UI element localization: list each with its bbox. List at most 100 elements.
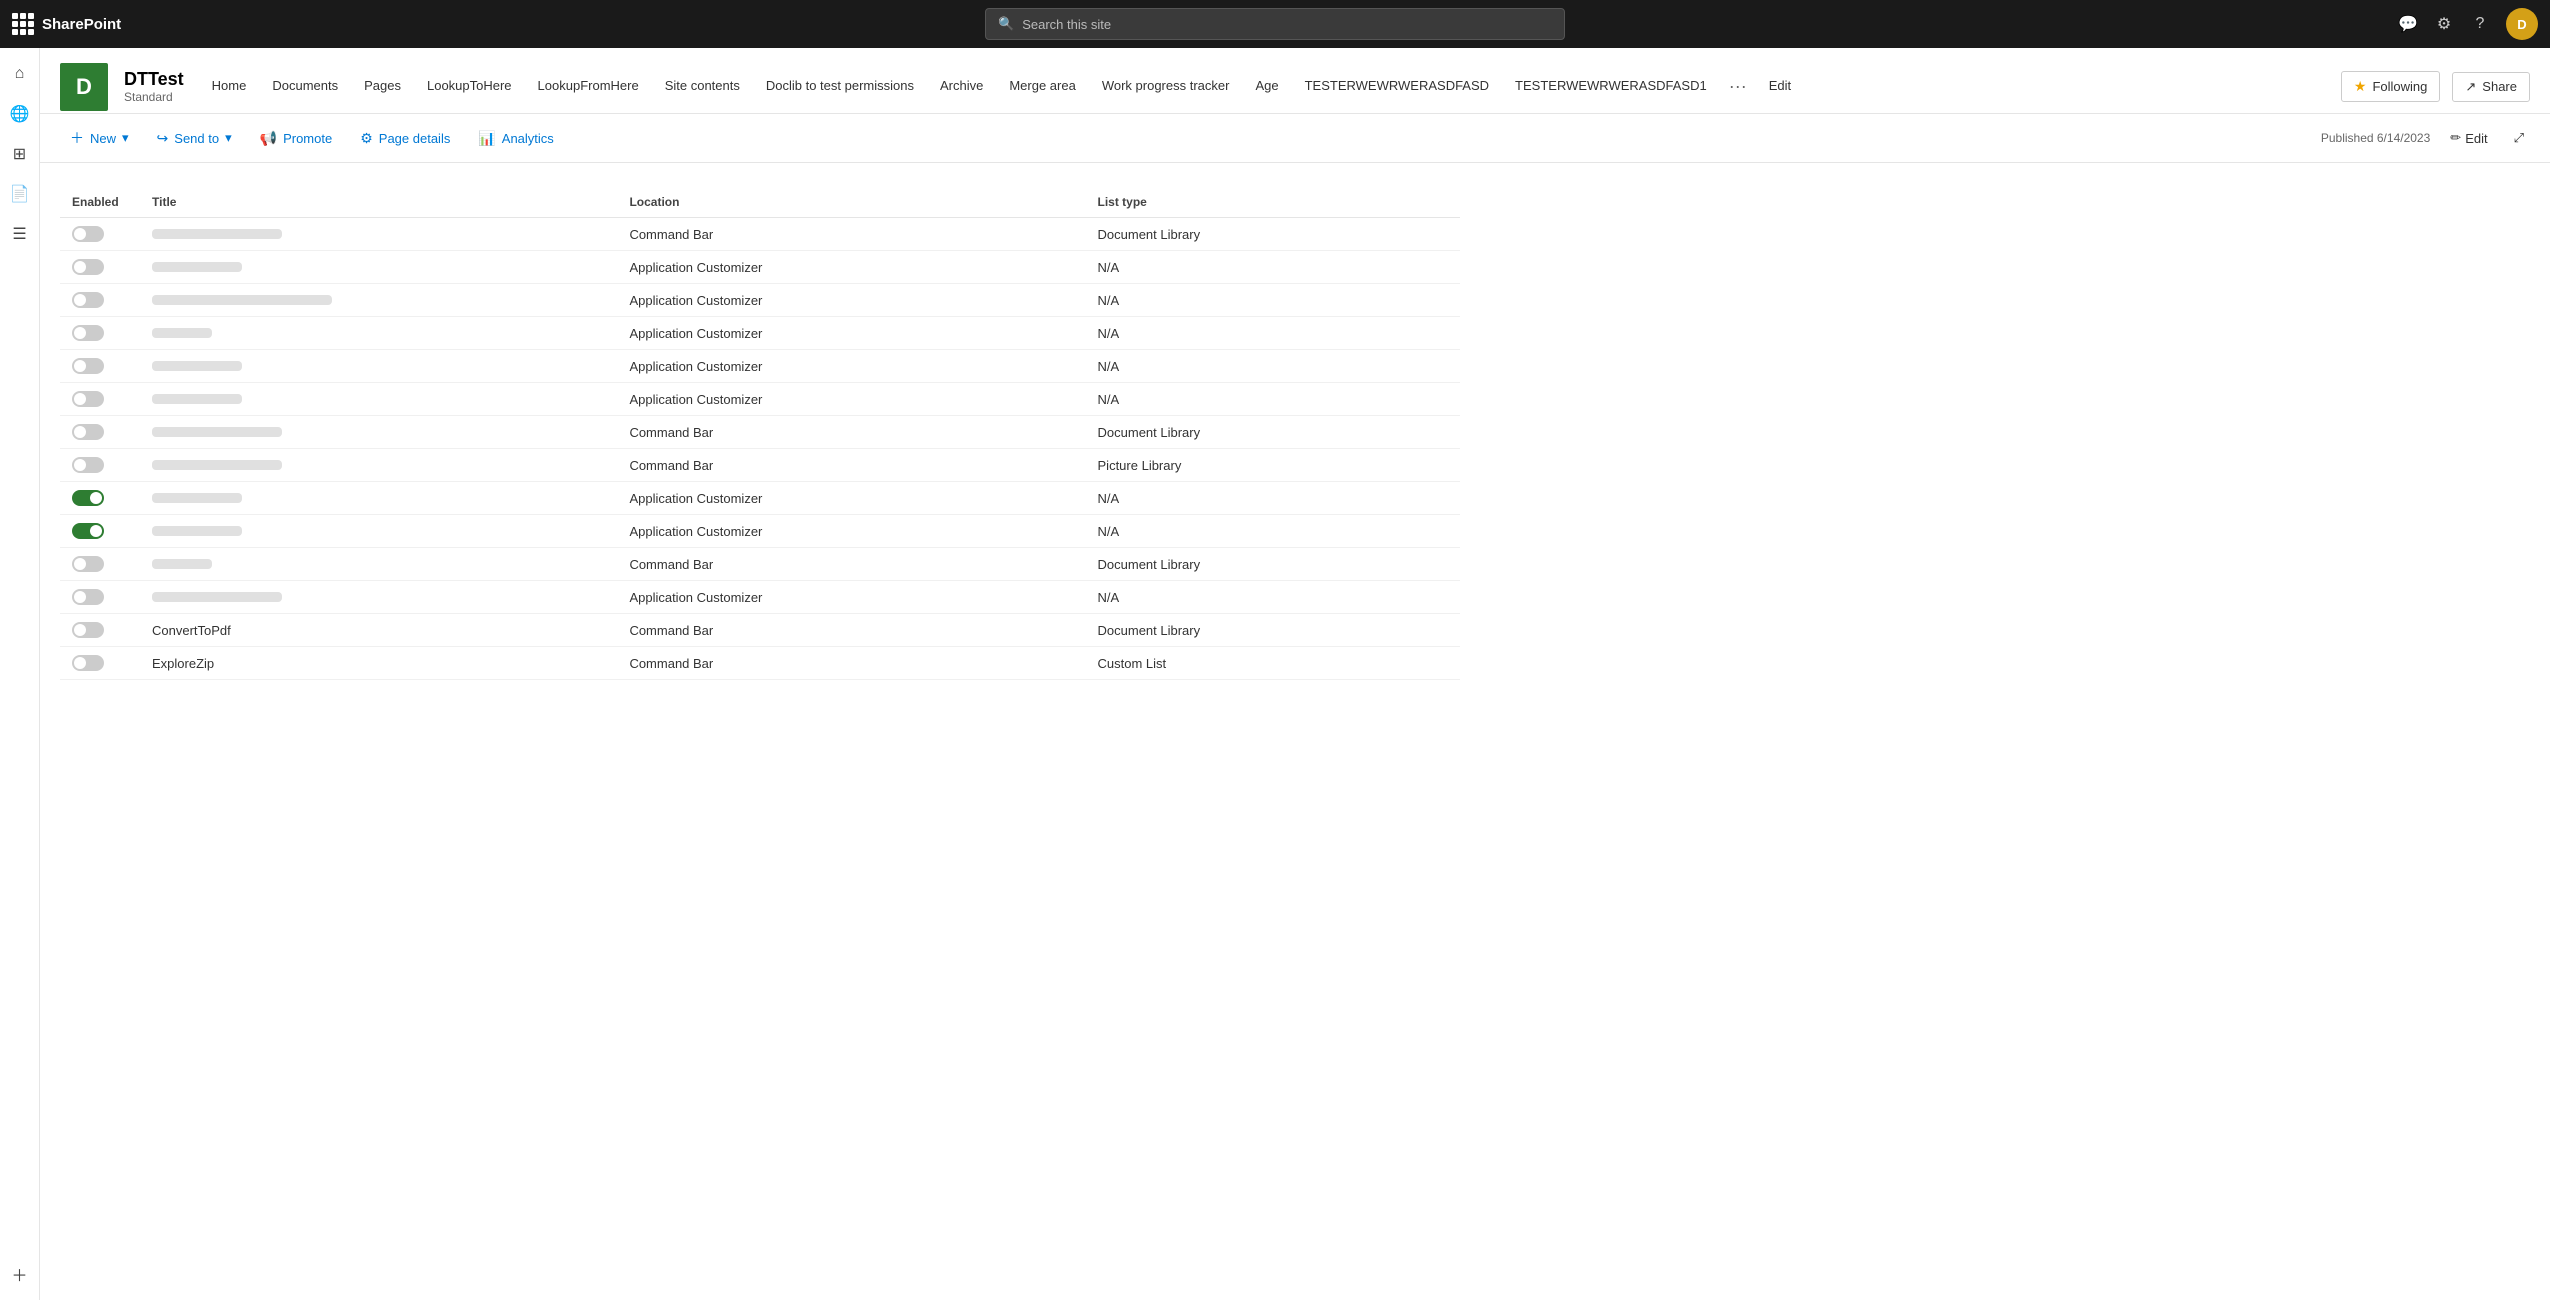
pagedetails-icon: ⚙ bbox=[360, 130, 373, 147]
settings-icon[interactable]: ⚙ bbox=[2434, 14, 2454, 34]
nav-item-age[interactable]: Age bbox=[1243, 62, 1290, 111]
nav-more[interactable]: ··· bbox=[1721, 60, 1755, 113]
nav-item-sitecontents[interactable]: Site contents bbox=[653, 62, 752, 111]
nav-item-tester1[interactable]: TESTERWEWRWERASDFASD bbox=[1293, 62, 1501, 111]
nav-item-tester2[interactable]: TESTERWEWRWERASDFASD1 bbox=[1503, 62, 1719, 111]
nav-item-documents[interactable]: Documents bbox=[260, 62, 350, 111]
table-row: Application CustomizerN/A bbox=[60, 383, 1460, 416]
sendto-button[interactable]: ↪ Send to ▾ bbox=[147, 124, 242, 153]
app-logo[interactable]: SharePoint bbox=[12, 13, 152, 35]
toggle-switch[interactable] bbox=[72, 622, 104, 638]
promote-button[interactable]: 📢 Promote bbox=[250, 124, 343, 153]
toggle-switch[interactable] bbox=[72, 358, 104, 374]
table-cell-location: Application Customizer bbox=[617, 515, 1085, 548]
toggle-switch[interactable] bbox=[72, 556, 104, 572]
table-cell-listtype: Document Library bbox=[1086, 416, 1460, 449]
table-cell-title bbox=[140, 581, 617, 614]
table-cell-title: ExploreZip bbox=[140, 647, 617, 680]
action-bar: ＋ New ▾ ↪ Send to ▾ 📢 Promote ⚙ Page det… bbox=[40, 114, 2550, 163]
help-icon[interactable]: ? bbox=[2470, 14, 2490, 34]
new-chevron-icon: ▾ bbox=[122, 130, 129, 146]
nav-item-lookupfromhere[interactable]: LookupFromHere bbox=[526, 62, 651, 111]
nav-item-pages[interactable]: Pages bbox=[352, 62, 413, 111]
waffle-icon[interactable] bbox=[12, 13, 34, 35]
table-row: Application CustomizerN/A bbox=[60, 251, 1460, 284]
toggle-switch[interactable] bbox=[72, 589, 104, 605]
sidebar-item-document[interactable]: 📄 bbox=[2, 176, 38, 212]
table-cell-listtype: N/A bbox=[1086, 383, 1460, 416]
sidebar-item-add[interactable]: ＋ bbox=[2, 1256, 38, 1292]
pagedetails-label: Page details bbox=[379, 131, 451, 146]
table-cell-listtype: Document Library bbox=[1086, 218, 1460, 251]
site-header-actions: ★ Following ↗ Share bbox=[2341, 71, 2530, 102]
pagedetails-button[interactable]: ⚙ Page details bbox=[350, 124, 460, 153]
table-cell-title bbox=[140, 449, 617, 482]
new-icon: ＋ bbox=[70, 128, 84, 148]
chat-icon[interactable]: 💬 bbox=[2398, 14, 2418, 34]
toggle-switch[interactable] bbox=[72, 325, 104, 341]
table-row: Application CustomizerN/A bbox=[60, 515, 1460, 548]
table-cell-location: Command Bar bbox=[617, 614, 1085, 647]
search-bar[interactable]: 🔍 Search this site bbox=[985, 8, 1565, 40]
analytics-label: Analytics bbox=[502, 131, 554, 146]
table-cell-location: Application Customizer bbox=[617, 251, 1085, 284]
toggle-switch[interactable] bbox=[72, 391, 104, 407]
sidebar-item-apps[interactable]: ⊞ bbox=[2, 136, 38, 172]
sendto-chevron-icon: ▾ bbox=[225, 130, 232, 146]
col-header-listtype: List type bbox=[1086, 187, 1460, 218]
following-button[interactable]: ★ Following bbox=[2341, 71, 2440, 102]
toggle-switch[interactable] bbox=[72, 226, 104, 242]
nav-item-lookupthere[interactable]: LookupToHere bbox=[415, 62, 524, 111]
share-label: Share bbox=[2482, 79, 2517, 94]
nav-item-mergearea[interactable]: Merge area bbox=[997, 62, 1087, 111]
table-cell-location: Command Bar bbox=[617, 548, 1085, 581]
sendto-label: Send to bbox=[174, 131, 219, 146]
title-skeleton bbox=[152, 394, 242, 404]
nav-item-edit[interactable]: Edit bbox=[1757, 62, 1803, 111]
sidebar-item-list[interactable]: ☰ bbox=[2, 216, 38, 252]
title-skeleton bbox=[152, 526, 242, 536]
nav-item-home[interactable]: Home bbox=[200, 62, 259, 111]
table-row: Command BarDocument Library bbox=[60, 218, 1460, 251]
table-cell-listtype: N/A bbox=[1086, 581, 1460, 614]
site-title: DTTest bbox=[124, 69, 184, 90]
edit-page-button[interactable]: ✏ Edit bbox=[2442, 126, 2495, 150]
sidebar-item-globe[interactable]: 🌐 bbox=[2, 96, 38, 132]
table-cell-title: ConvertToPdf bbox=[140, 614, 617, 647]
title-skeleton bbox=[152, 229, 282, 239]
table-row: Application CustomizerN/A bbox=[60, 482, 1460, 515]
nav-item-archive[interactable]: Archive bbox=[928, 62, 995, 111]
title-skeleton bbox=[152, 295, 332, 305]
nav-item-workprogress[interactable]: Work progress tracker bbox=[1090, 62, 1242, 111]
expand-button[interactable]: ⤢ bbox=[2508, 126, 2530, 150]
toggle-switch[interactable] bbox=[72, 655, 104, 671]
toggle-switch[interactable] bbox=[72, 424, 104, 440]
analytics-button[interactable]: 📊 Analytics bbox=[468, 124, 563, 153]
table-cell-title bbox=[140, 251, 617, 284]
new-button[interactable]: ＋ New ▾ bbox=[60, 122, 139, 154]
table-cell-location: Command Bar bbox=[617, 647, 1085, 680]
toggle-switch[interactable] bbox=[72, 523, 104, 539]
table-cell-title bbox=[140, 284, 617, 317]
table-row: Command BarPicture Library bbox=[60, 449, 1460, 482]
nav-item-doclib[interactable]: Doclib to test permissions bbox=[754, 62, 926, 111]
action-bar-right: Published 6/14/2023 ✏ Edit ⤢ bbox=[2321, 126, 2530, 150]
table-cell-title bbox=[140, 383, 617, 416]
table-cell-listtype: N/A bbox=[1086, 482, 1460, 515]
table-cell-listtype: Picture Library bbox=[1086, 449, 1460, 482]
table-cell-location: Application Customizer bbox=[617, 317, 1085, 350]
toggle-switch[interactable] bbox=[72, 457, 104, 473]
toggle-switch[interactable] bbox=[72, 292, 104, 308]
title-skeleton bbox=[152, 460, 282, 470]
sidebar-item-home[interactable]: ⌂ bbox=[2, 56, 38, 92]
site-header: D DTTest Standard Home Documents Pages L… bbox=[40, 48, 2550, 114]
col-header-enabled: Enabled bbox=[60, 187, 140, 218]
table-cell-listtype: N/A bbox=[1086, 515, 1460, 548]
toggle-switch[interactable] bbox=[72, 490, 104, 506]
share-button[interactable]: ↗ Share bbox=[2452, 72, 2530, 102]
table-row: Application CustomizerN/A bbox=[60, 284, 1460, 317]
table-cell-location: Command Bar bbox=[617, 449, 1085, 482]
data-table: Enabled Title Location List type Command… bbox=[60, 187, 1460, 680]
toggle-switch[interactable] bbox=[72, 259, 104, 275]
avatar[interactable]: D bbox=[2506, 8, 2538, 40]
